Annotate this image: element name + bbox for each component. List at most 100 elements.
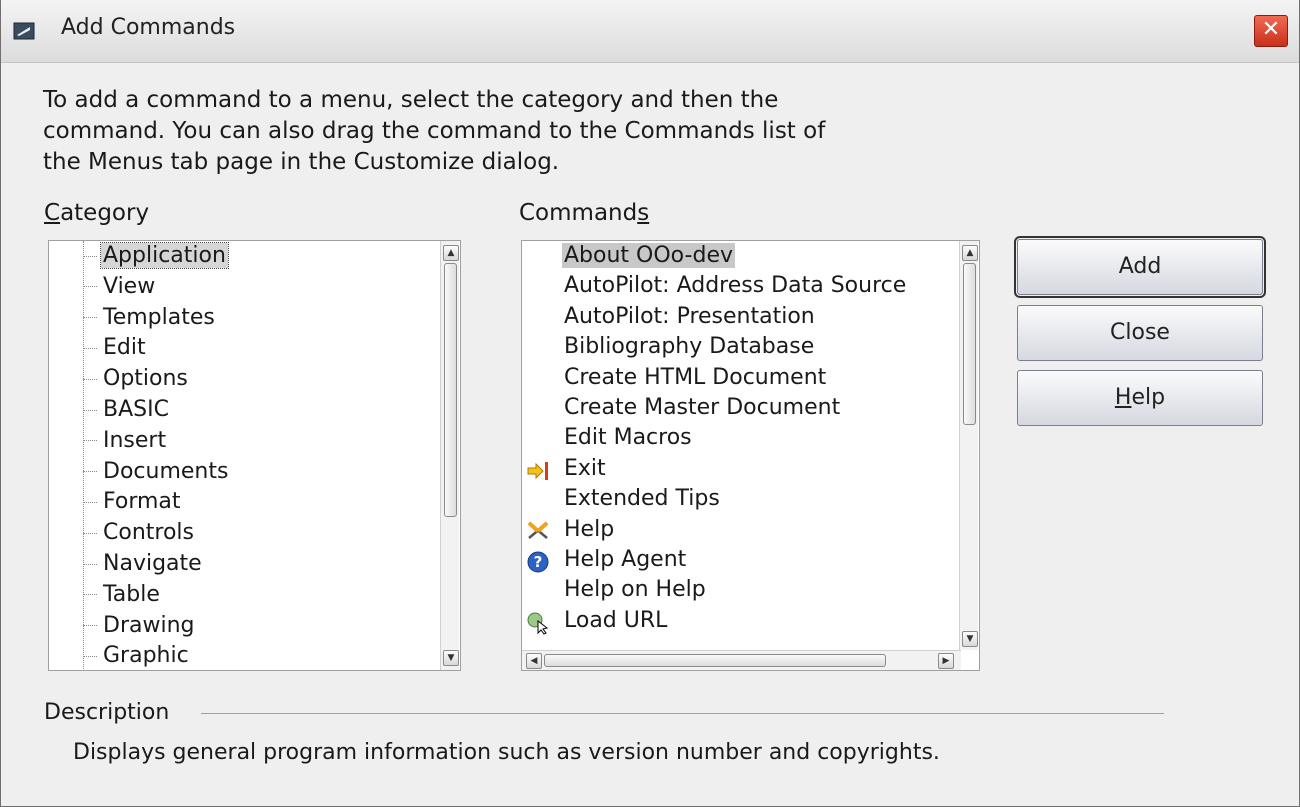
tree-branch [83, 655, 97, 657]
scissors-icon [527, 521, 549, 539]
command-item-label: About OOo-dev [562, 243, 735, 268]
tree-branch [83, 563, 97, 565]
commands-horizontal-scrollbar[interactable]: ◀ ▶ [522, 650, 961, 670]
scroll-up-button[interactable]: ▲ [962, 245, 978, 261]
command-item[interactable]: Bibliography Database [522, 334, 962, 364]
title-bar: Add Commands ✕ [1, 0, 1299, 63]
exit-arrow-icon [527, 461, 548, 480]
tree-branch [83, 286, 97, 288]
tree-branch [83, 625, 97, 627]
command-item[interactable]: Load URL [522, 608, 962, 638]
category-label: Category [44, 200, 150, 226]
command-item[interactable]: AutoPilot: Presentation [522, 304, 962, 334]
command-item[interactable]: Help on Help [522, 577, 962, 607]
category-item-label: Application [100, 242, 229, 269]
command-item-label: AutoPilot: Address Data Source [564, 273, 907, 299]
category-item-label: Options [103, 366, 188, 392]
command-item-label: Help on Help [564, 577, 706, 603]
category-item-label: Controls [103, 520, 194, 546]
description-label: Description [44, 700, 170, 725]
command-item[interactable]: ? Help Agent [522, 547, 962, 577]
close-button[interactable]: Close [1017, 305, 1263, 361]
add-button[interactable]: Add [1014, 236, 1266, 298]
scroll-down-button[interactable]: ▼ [962, 631, 978, 647]
window-app-icon [13, 22, 35, 40]
category-item[interactable]: Table [83, 582, 443, 612]
category-item-label: Documents [103, 458, 229, 484]
category-item-label: Insert [103, 427, 167, 453]
category-item[interactable]: Graphic [83, 643, 443, 670]
commands-list[interactable]: About OOo-dev AutoPilot: Address Data Sou… [521, 240, 980, 671]
help-button[interactable]: Help [1017, 370, 1263, 426]
tree-branch [83, 255, 97, 257]
command-item-label: Create HTML Document [564, 364, 827, 390]
tree-branch [83, 532, 97, 534]
category-item-label: Navigate [103, 551, 202, 576]
command-item[interactable]: AutoPilot: Address Data Source [522, 273, 962, 303]
command-item[interactable]: Help [522, 517, 962, 547]
command-item-label: Help Agent [564, 547, 687, 572]
window-title: Add Commands [61, 15, 236, 40]
category-item[interactable]: Documents [83, 459, 443, 489]
command-item-label: Edit Macros [564, 425, 692, 451]
load-url-icon [527, 612, 549, 635]
category-list[interactable]: Application View Templates Edit Options BASIC… [48, 240, 461, 671]
category-item[interactable]: Navigate [83, 551, 443, 581]
category-item-label: Graphic [103, 643, 189, 669]
category-item-label: View [103, 273, 156, 299]
command-item-label: Bibliography Database [564, 334, 815, 360]
category-item[interactable]: Edit [83, 335, 443, 365]
category-item[interactable]: Application [83, 242, 443, 273]
tree-branch [83, 501, 97, 503]
intro-text: To add a command to a menu, select the c… [43, 87, 826, 175]
category-item-label: Edit [103, 335, 146, 361]
description-divider [201, 713, 1164, 714]
command-item-label: Exit [564, 455, 606, 481]
scroll-left-button[interactable]: ◀ [526, 653, 542, 669]
command-item[interactable]: Edit Macros [522, 425, 962, 455]
description-text: Displays general program information suc… [73, 740, 940, 765]
scroll-up-button[interactable]: ▲ [443, 245, 459, 261]
window-close-button[interactable]: ✕ [1254, 15, 1288, 47]
category-item[interactable]: Options [83, 366, 443, 396]
tree-branch [83, 317, 97, 319]
category-item[interactable]: View [83, 274, 443, 304]
tree-branch [83, 409, 97, 411]
command-item[interactable]: Extended Tips [522, 486, 962, 516]
horizontal-scroll-thumb[interactable] [544, 654, 886, 667]
category-item-label: Templates [103, 304, 215, 330]
category-item[interactable]: Insert [83, 428, 443, 458]
category-item[interactable]: BASIC [83, 397, 443, 427]
command-item[interactable]: Create Master Document [522, 395, 962, 425]
category-vertical-scrollbar[interactable]: ▲ ▼ [440, 241, 459, 670]
scroll-down-button[interactable]: ▼ [443, 650, 459, 666]
category-item-label: Table [103, 581, 160, 607]
command-item[interactable]: About OOo-dev [522, 243, 962, 273]
help-question-icon: ? [527, 551, 549, 573]
tree-branch [83, 594, 97, 596]
command-item[interactable]: Exit [522, 456, 962, 486]
command-item-label: Load URL [564, 607, 668, 633]
command-item-label: AutoPilot: Presentation [564, 303, 815, 329]
command-item-label: Create Master Document [564, 395, 841, 420]
commands-label: Commands [519, 200, 650, 226]
tree-branch [83, 471, 97, 473]
category-item[interactable]: Controls [83, 520, 443, 550]
commands-vertical-scrollbar[interactable]: ▲ ▼ [959, 241, 978, 650]
command-item-label: Help [564, 516, 615, 542]
category-item-label: Drawing [103, 612, 195, 638]
svg-text:?: ? [534, 553, 543, 571]
tree-branch [83, 378, 97, 380]
scroll-right-button[interactable]: ▶ [938, 653, 954, 669]
category-item[interactable]: Drawing [83, 613, 443, 643]
tree-branch [83, 347, 97, 349]
category-item[interactable]: Format [83, 489, 443, 519]
tree-branch [83, 440, 97, 442]
command-item[interactable]: Create HTML Document [522, 365, 962, 395]
category-item-label: Format [103, 489, 181, 515]
command-item-label: Extended Tips [564, 486, 720, 512]
scroll-thumb[interactable] [963, 263, 976, 425]
scroll-thumb[interactable] [444, 263, 457, 517]
category-item-label: BASIC [103, 397, 169, 422]
category-item[interactable]: Templates [83, 305, 443, 335]
